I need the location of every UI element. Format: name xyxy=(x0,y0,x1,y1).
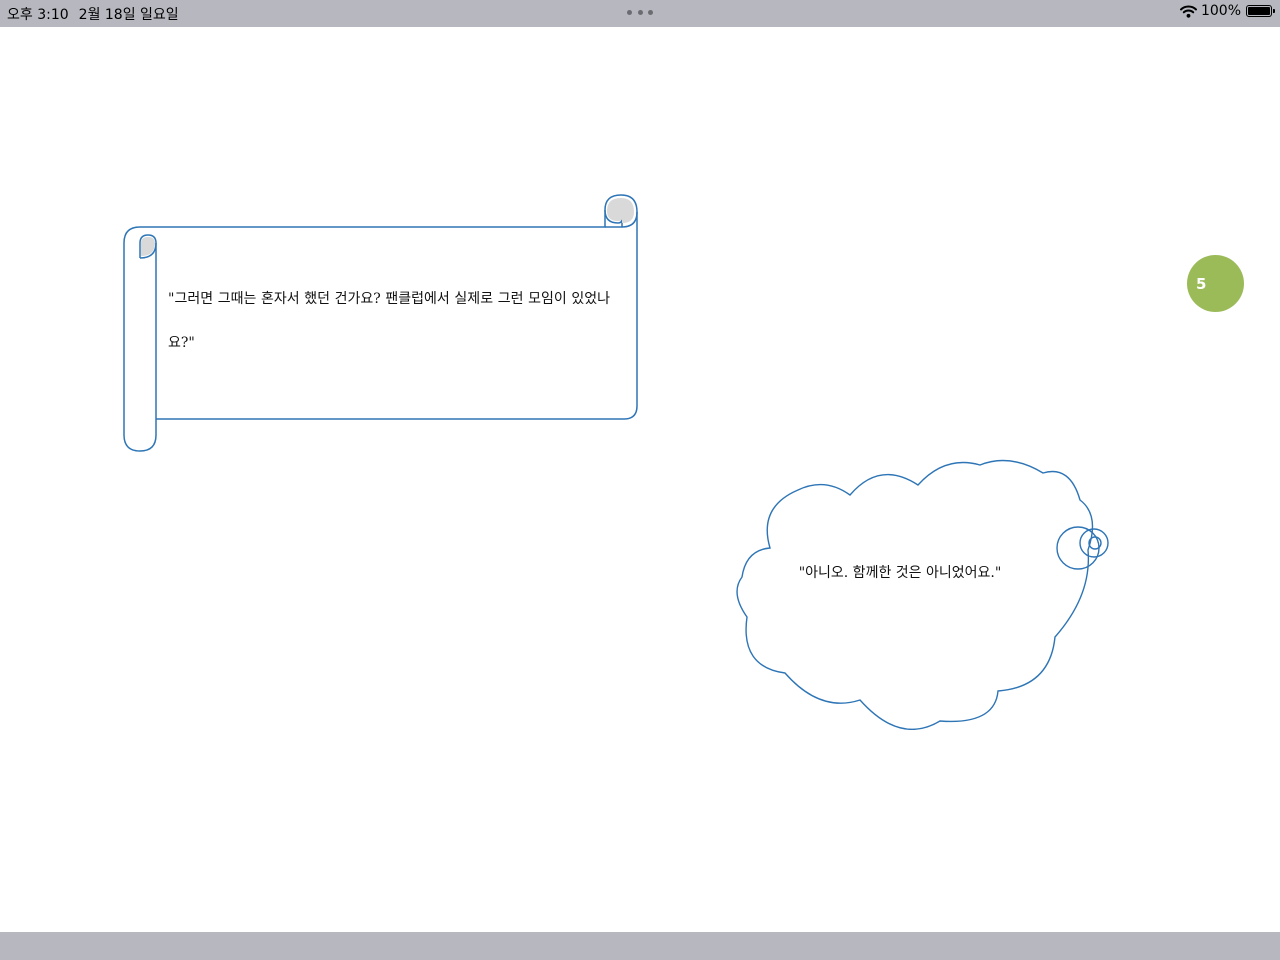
status-indicators: 100% xyxy=(1179,3,1275,19)
page-number: 5 xyxy=(1196,274,1207,293)
scroll-curl-top xyxy=(607,198,634,223)
bottom-bar xyxy=(0,932,1280,960)
battery-percentage: 100% xyxy=(1200,3,1241,19)
status-time: 오후 3:10 xyxy=(7,7,69,23)
cloud-callout-text: "아니오. 함께한 것은 아니었어요." xyxy=(798,565,1002,581)
battery-icon xyxy=(1246,5,1275,17)
cloud-callout-shape xyxy=(736,459,1109,730)
status-date: 2월 18일 일요일 xyxy=(78,7,179,23)
more-dots-icon[interactable] xyxy=(627,10,653,16)
status-time-date: 오후 3:10 2월 18일 일요일 xyxy=(7,4,179,24)
wifi-icon xyxy=(1179,5,1197,18)
status-bar: 오후 3:10 2월 18일 일요일 100% xyxy=(0,0,1280,27)
scroll-banner-text: "그러면 그때는 혼자서 했던 건가요? 팬클럽에서 실제로 그런 모임이 있었… xyxy=(168,291,610,351)
page-number-badge: 5 xyxy=(1187,255,1244,312)
